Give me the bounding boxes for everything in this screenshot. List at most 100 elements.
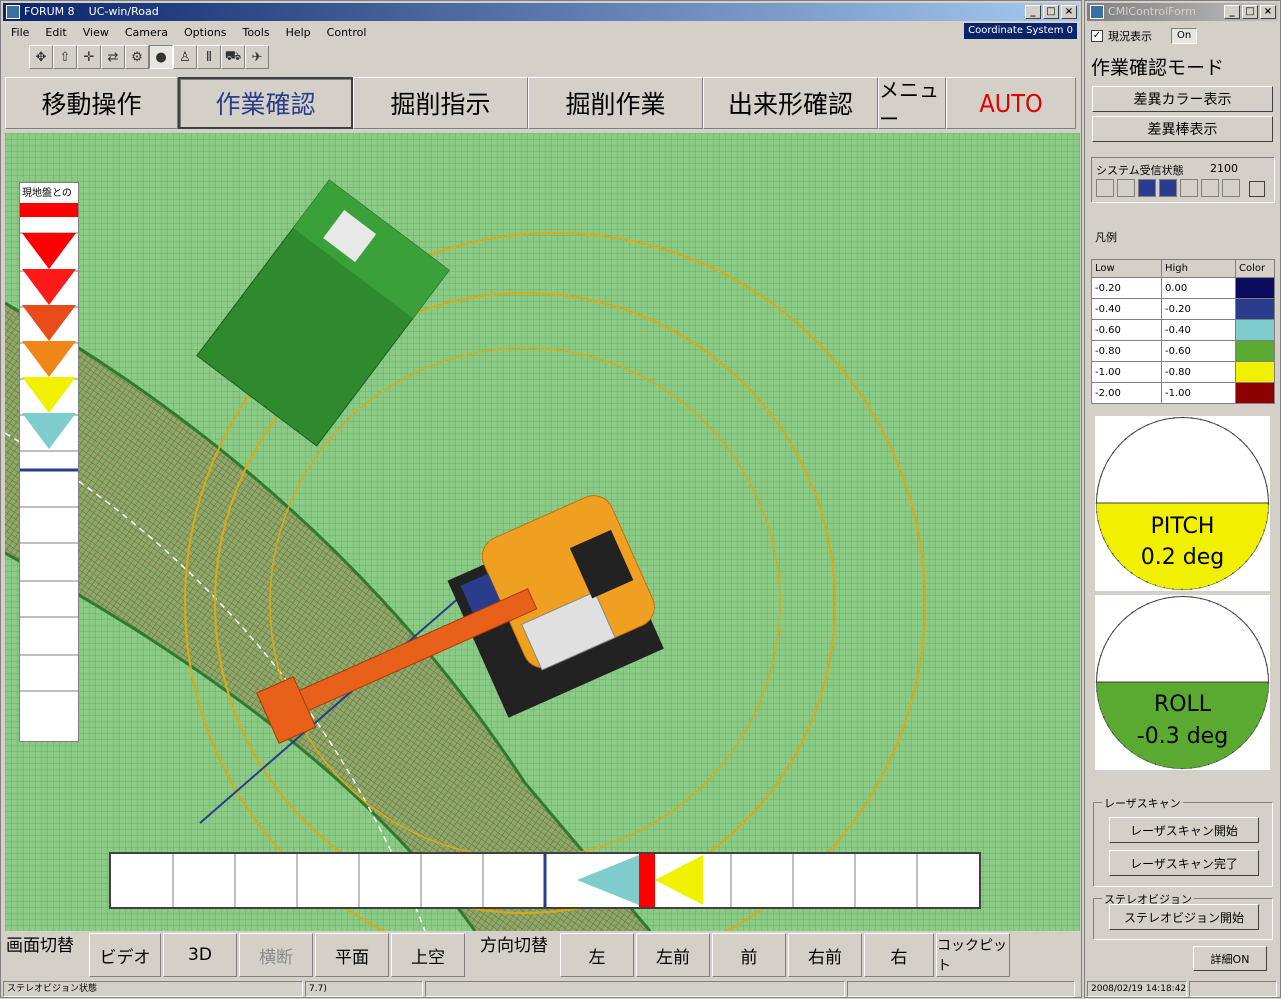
close-button[interactable]: ×	[1061, 5, 1077, 19]
legend-row: -0.40 -0.20	[1091, 298, 1275, 320]
system-status-panel: システム受信状態 2100	[1091, 157, 1275, 203]
detail-on-button[interactable]: 詳細ON	[1193, 946, 1267, 971]
direction-front-left-button[interactable]: 左前	[636, 933, 710, 977]
tab-excavation-work[interactable]: 掘削作業	[528, 77, 703, 129]
on-toggle[interactable]: On	[1171, 28, 1198, 44]
rotate-icon[interactable]: ✥	[29, 45, 53, 69]
legend-row: -0.80 -0.60	[1091, 340, 1275, 362]
legend-color-swatch	[1235, 382, 1275, 404]
menu-tools[interactable]: Tools	[234, 26, 277, 39]
mode-tabs: 移動操作 作業確認 掘削指示 掘削作業 出来形確認 メニュー AUTO	[5, 77, 1076, 131]
sky-view-button[interactable]: 上空	[391, 933, 465, 977]
legend-color-swatch	[1235, 298, 1275, 320]
pause-icon[interactable]: Ⅱ	[197, 45, 221, 69]
main-titlebar[interactable]: FORUM 8 UC-win/Road _ □ ×	[3, 3, 1079, 21]
tab-as-built-check[interactable]: 出来形確認	[703, 77, 878, 129]
status-panel-stereo: ステレオビジョン状態	[3, 981, 303, 997]
control-form-titlebar[interactable]: CMIControlForm _ □ ×	[1087, 3, 1278, 21]
form-maximize-button[interactable]: □	[1242, 5, 1258, 19]
move-icon[interactable]: ✛	[77, 45, 101, 69]
menu-view[interactable]: View	[75, 26, 117, 39]
laser-scan-complete-button[interactable]: レーザスキャン完了	[1109, 850, 1259, 876]
legend-high: -0.40	[1161, 319, 1236, 341]
person-icon[interactable]: ♙	[173, 45, 197, 69]
maximize-button[interactable]: □	[1043, 5, 1059, 19]
plane-icon[interactable]: ✈	[245, 45, 269, 69]
control-form-title: CMIControlForm	[1108, 5, 1196, 18]
mode-title: 作業確認モード	[1091, 57, 1225, 79]
screen-switch-label: 画面切替	[6, 936, 74, 956]
legend-low: -0.20	[1091, 277, 1162, 299]
status-panel-side	[1189, 981, 1277, 997]
cockpit-button[interactable]: コックピット	[936, 933, 1010, 977]
legend-low: -1.00	[1091, 361, 1162, 383]
stereo-vision-start-button[interactable]: ステレオビジョン開始	[1109, 904, 1259, 930]
status-button[interactable]	[1249, 181, 1265, 197]
3d-viewport[interactable]	[5, 133, 1080, 931]
timestamp: 2008/02/19 14:18:42	[1087, 981, 1187, 997]
tab-move-operation[interactable]: 移動操作	[5, 77, 178, 129]
car-icon[interactable]: ⛟	[221, 45, 245, 69]
legend-low: -2.00	[1091, 382, 1162, 404]
stereo-vision-group: ステレオビジョン ステレオビジョン開始	[1093, 891, 1273, 940]
globe-icon[interactable]: ●	[149, 45, 173, 69]
laser-scan-group-title: レーザスキャン	[1102, 795, 1183, 811]
status-cell	[1201, 179, 1219, 197]
menu-control[interactable]: Control	[319, 26, 375, 39]
diff-color-button[interactable]: 差異カラー表示	[1092, 86, 1273, 112]
status-panel-value: 7.7)	[305, 981, 423, 997]
tab-work-check[interactable]: 作業確認	[178, 77, 353, 129]
legend-row: -1.00 -0.80	[1091, 361, 1275, 383]
video-button[interactable]: ビデオ	[89, 933, 161, 977]
legend-color-swatch	[1235, 319, 1275, 341]
menu-edit[interactable]: Edit	[37, 26, 74, 39]
main-window: FORUM 8 UC-win/Road _ □ × File Edit View…	[0, 0, 1082, 998]
status-cell	[1117, 179, 1135, 197]
diff-bar-button[interactable]: 差異棒表示	[1092, 116, 1273, 142]
menu-bar: File Edit View Camera Options Tools Help…	[3, 23, 1079, 41]
menu-camera[interactable]: Camera	[117, 26, 176, 39]
status-cell	[1138, 179, 1156, 197]
tab-excavation-instruction[interactable]: 掘削指示	[353, 77, 528, 129]
direction-front-button[interactable]: 前	[712, 933, 786, 977]
menu-options[interactable]: Options	[176, 26, 234, 39]
3d-button[interactable]: 3D	[163, 933, 237, 977]
depth-gauge-scale	[20, 203, 78, 692]
direction-front-right-button[interactable]: 右前	[788, 933, 862, 977]
app-icon	[6, 5, 20, 19]
laser-scan-start-button[interactable]: レーザスキャン開始	[1109, 817, 1259, 843]
direction-right-button[interactable]: 右	[864, 933, 934, 977]
depth-gauge: 現地盤との	[19, 182, 79, 742]
legend-high: -1.00	[1161, 382, 1236, 404]
minimize-button[interactable]: _	[1025, 5, 1041, 19]
tab-auto[interactable]: AUTO	[946, 77, 1076, 129]
legend-low: -0.80	[1091, 340, 1162, 362]
drive-icon[interactable]: ⚙	[125, 45, 149, 69]
form-icon	[1090, 5, 1104, 19]
menu-file[interactable]: File	[3, 26, 37, 39]
tab-menu[interactable]: メニュー	[878, 77, 946, 131]
legend-row: -0.20 0.00	[1091, 277, 1275, 299]
status-cell	[1222, 179, 1240, 197]
current-display-checkbox[interactable]: ✓	[1091, 30, 1103, 42]
roll-label: ROLL	[1153, 692, 1212, 717]
legend-low: -0.60	[1091, 319, 1162, 341]
horizontal-gauge	[109, 852, 981, 909]
status-cell	[1180, 179, 1198, 197]
form-close-button[interactable]: ×	[1260, 5, 1276, 19]
roll-value: -0.3 deg	[1136, 724, 1229, 749]
plan-view-button[interactable]: 平面	[315, 933, 389, 977]
status-bar: ステレオビジョン状態 7.7)	[3, 981, 1081, 999]
system-status-label: システム受信状態	[1096, 164, 1184, 177]
legend-header-low: Low	[1091, 259, 1162, 278]
fly-icon[interactable]: ⇄	[101, 45, 125, 69]
direction-left-button[interactable]: 左	[560, 933, 634, 977]
up-arrow-icon[interactable]: ⇧	[53, 45, 77, 69]
form-minimize-button[interactable]: _	[1224, 5, 1240, 19]
menu-help[interactable]: Help	[278, 26, 319, 39]
legend-color-swatch	[1235, 361, 1275, 383]
control-form-window: CMIControlForm _ □ × ✓ 現況表示 On 作業確認モード 差…	[1084, 0, 1281, 998]
coordinate-system-label: Coordinate System 0	[964, 23, 1077, 39]
horizontal-gauge-scale	[172, 854, 918, 907]
cross-section-button[interactable]: 横断	[239, 933, 313, 977]
